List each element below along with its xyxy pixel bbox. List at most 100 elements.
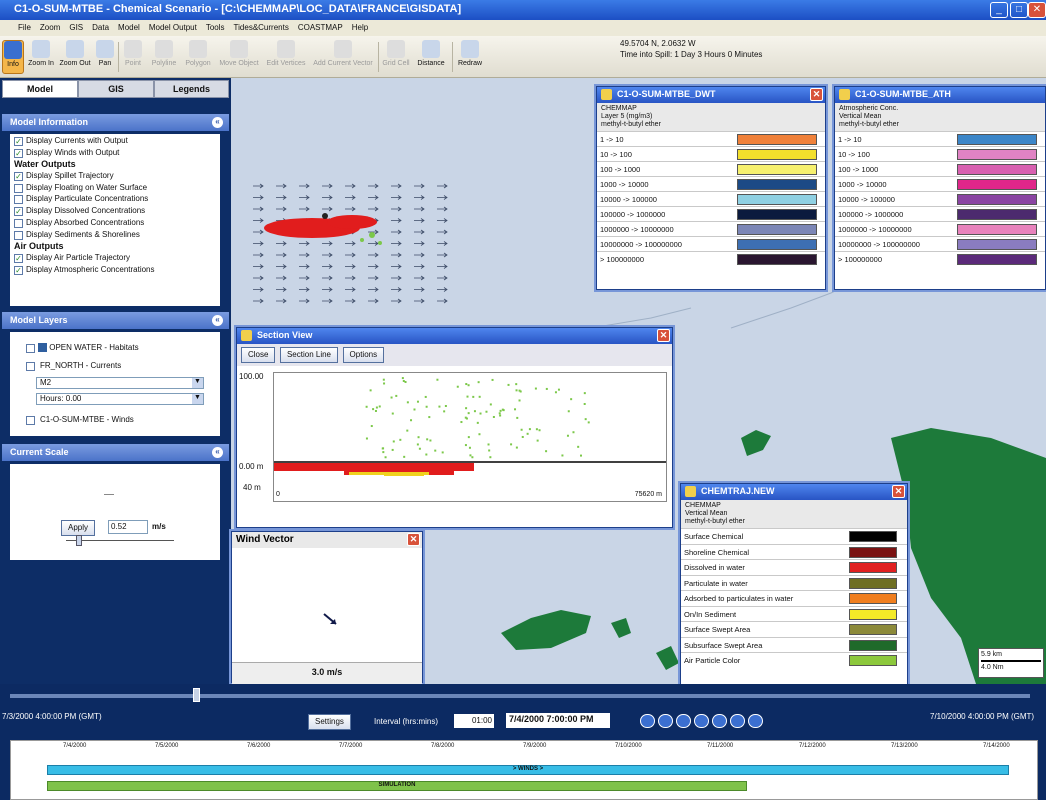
legend-ath-titlebar[interactable]: C1-O-SUM-MTBE_ATH xyxy=(835,87,1045,103)
close-section-button[interactable]: Close xyxy=(241,347,276,363)
zoom-in-button[interactable]: Zoom In xyxy=(26,40,56,74)
stop-icon[interactable] xyxy=(694,714,709,728)
section-view-titlebar[interactable]: Section View ✕ xyxy=(237,328,672,344)
legend-traj-titlebar[interactable]: CHEMTRAJ.NEW ✕ xyxy=(681,484,907,500)
menu-file[interactable]: File xyxy=(18,20,31,32)
current-vector xyxy=(253,252,264,258)
options-button[interactable]: Options xyxy=(342,347,385,363)
close-icon[interactable]: ✕ xyxy=(657,329,670,342)
pan-button[interactable]: Pan xyxy=(94,40,116,74)
interval-input[interactable]: 01:00 xyxy=(454,714,494,728)
model-layers-header[interactable]: Model Layers « xyxy=(2,312,229,329)
info-tool-button[interactable]: Info xyxy=(2,40,24,74)
settings-button[interactable]: Settings xyxy=(308,714,351,730)
add-current-vector-button[interactable]: Add Current Vector xyxy=(310,40,376,74)
checkbox[interactable] xyxy=(14,195,23,205)
step-forward-icon[interactable] xyxy=(730,714,745,728)
collapse-icon[interactable]: « xyxy=(212,117,223,128)
current-scale-input[interactable]: 0.52 xyxy=(108,520,148,534)
polyline-button[interactable]: Polyline xyxy=(148,40,180,74)
checkbox[interactable]: ✓ xyxy=(14,207,23,217)
option-row[interactable]: ✓ Display Winds with Output xyxy=(10,148,220,160)
zoom-out-button[interactable]: Zoom Out xyxy=(58,40,92,74)
time-slider-thumb[interactable] xyxy=(192,688,200,702)
checkbox[interactable]: ✓ xyxy=(14,148,23,158)
play-icon[interactable] xyxy=(712,714,727,728)
option-row[interactable]: Display Particulate Concentrations xyxy=(10,194,220,206)
layer-open-water[interactable]: OPEN WATER - Habitats xyxy=(26,343,139,353)
checkbox[interactable]: ✓ xyxy=(14,137,23,146)
checkbox[interactable]: ✓ xyxy=(14,265,23,275)
current-time-display[interactable]: 7/4/2000 7:00:00 PM xyxy=(506,713,610,728)
current-vector xyxy=(322,264,333,269)
menu-gis[interactable]: GIS xyxy=(69,20,83,32)
checkbox[interactable] xyxy=(14,230,23,240)
point-button[interactable]: Point xyxy=(120,40,146,74)
current-scale-header[interactable]: Current Scale « xyxy=(2,444,229,461)
option-row[interactable]: ✓ Display Currents with Output xyxy=(10,136,220,148)
play-back-icon[interactable] xyxy=(676,714,691,728)
option-row[interactable]: ✓ Display Spillet Trajectory xyxy=(10,171,220,183)
simulation-bar[interactable]: SIMULATION xyxy=(47,781,747,791)
close-icon[interactable]: ✕ xyxy=(892,485,905,498)
model-information-header[interactable]: Model Information « xyxy=(2,114,229,131)
last-frame-icon[interactable] xyxy=(748,714,763,728)
collapse-icon[interactable]: « xyxy=(212,447,223,458)
hours-select[interactable]: Hours: 0.00 ▼ xyxy=(36,393,204,405)
polygon-button[interactable]: Polygon xyxy=(182,40,214,74)
option-row[interactable]: Display Floating on Water Surface xyxy=(10,183,220,195)
menu-model[interactable]: Model xyxy=(118,20,140,32)
menu-zoom[interactable]: Zoom xyxy=(40,20,60,32)
maximize-button[interactable]: □ xyxy=(1010,2,1028,18)
option-row[interactable]: ✓ Display Air Particle Trajectory xyxy=(10,253,220,265)
grid-cell-button[interactable]: Grid Cell xyxy=(380,40,412,74)
distance-button[interactable]: Distance xyxy=(414,40,448,74)
wind-vector-titlebar[interactable]: Wind Vector ✕ xyxy=(232,532,422,548)
checkbox[interactable]: ✓ xyxy=(14,253,23,263)
air-particle xyxy=(425,405,428,408)
checkbox[interactable] xyxy=(14,183,23,193)
menu-help[interactable]: Help xyxy=(352,20,368,32)
minimize-button[interactable]: _ xyxy=(990,2,1008,18)
menu-data[interactable]: Data xyxy=(92,20,109,32)
first-frame-icon[interactable] xyxy=(640,714,655,728)
checkbox[interactable] xyxy=(14,218,23,228)
option-row[interactable]: Display Sediments & Shorelines xyxy=(10,230,220,242)
close-button[interactable]: ✕ xyxy=(1028,2,1046,18)
current-scale-slider[interactable] xyxy=(66,535,174,546)
time-slider-track[interactable] xyxy=(10,694,1030,698)
apply-button[interactable]: Apply xyxy=(61,520,96,536)
checkbox[interactable]: ✓ xyxy=(14,172,23,182)
legend-dwt-titlebar[interactable]: C1-O-SUM-MTBE_DWT ✕ xyxy=(597,87,825,103)
grid-cell-icon xyxy=(387,40,405,58)
winds-bar[interactable]: > WINDS > xyxy=(47,765,1009,775)
constituent-select[interactable]: M2 ▼ xyxy=(36,377,204,389)
redraw-button[interactable]: Redraw xyxy=(456,40,484,74)
tab-gis[interactable]: GIS xyxy=(78,80,154,98)
tab-model[interactable]: Model xyxy=(2,80,78,98)
section-plot[interactable]: 0 75620 m xyxy=(273,372,667,502)
menu-coastmap[interactable]: COASTMAP xyxy=(298,20,343,32)
event-timeline[interactable]: 7/4/2000 7/5/2000 7/6/2000 7/7/2000 7/8/2000… xyxy=(10,740,1038,800)
close-icon[interactable]: ✕ xyxy=(810,88,823,101)
move-object-button[interactable]: Move Object xyxy=(216,40,262,74)
slider-thumb[interactable] xyxy=(76,535,83,546)
menu-tides-currents[interactable]: Tides&Currents xyxy=(234,20,289,32)
option-row[interactable]: ✓ Display Atmospheric Concentrations xyxy=(10,265,220,277)
layer-checkbox[interactable] xyxy=(26,344,35,353)
layer-fr-north-currents[interactable]: FR_NORTH - Currents xyxy=(26,361,121,371)
layer-checkbox[interactable] xyxy=(26,416,35,425)
section-line-button[interactable]: Section Line xyxy=(279,347,338,363)
option-row[interactable]: ✓ Display Dissolved Concentrations xyxy=(10,206,220,218)
tab-legends[interactable]: Legends xyxy=(154,80,229,98)
layer-winds[interactable]: C1-O-SUM-MTBE - Winds xyxy=(26,415,134,425)
menu-tools[interactable]: Tools xyxy=(206,20,225,32)
edit-vertices-button[interactable]: Edit Vertices xyxy=(264,40,308,74)
close-icon[interactable]: ✕ xyxy=(407,533,420,546)
collapse-icon[interactable]: « xyxy=(212,315,223,326)
option-row[interactable]: Display Absorbed Concentrations xyxy=(10,218,220,230)
menu-model-output[interactable]: Model Output xyxy=(149,20,197,32)
layer-checkbox[interactable] xyxy=(26,362,35,371)
air-particle xyxy=(438,405,441,408)
step-back-icon[interactable] xyxy=(658,714,673,728)
